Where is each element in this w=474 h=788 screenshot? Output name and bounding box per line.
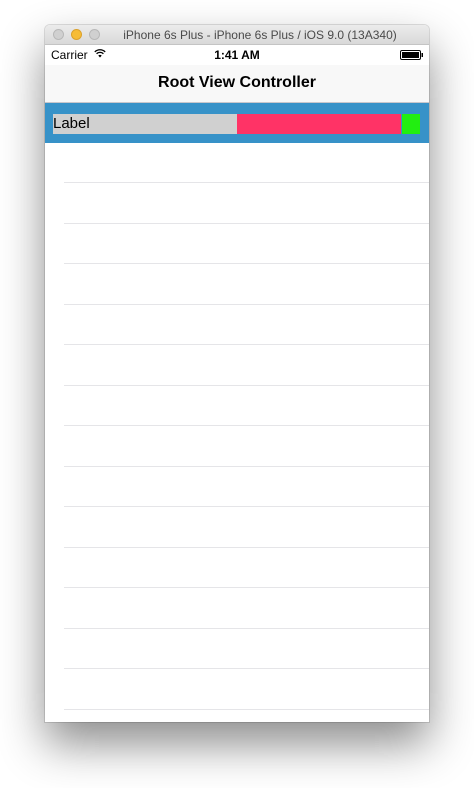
simulator-window: iPhone 6s Plus - iPhone 6s Plus / iOS 9.… bbox=[45, 25, 429, 722]
nav-title: Root View Controller bbox=[158, 74, 316, 91]
row-separator bbox=[64, 708, 429, 710]
navigation-bar: Root View Controller bbox=[45, 65, 429, 103]
green-view bbox=[402, 114, 420, 134]
table-row[interactable] bbox=[45, 143, 429, 183]
table-row[interactable] bbox=[45, 548, 429, 588]
status-bar: Carrier 1:41 AM bbox=[45, 45, 429, 65]
window-title: iPhone 6s Plus - iPhone 6s Plus / iOS 9.… bbox=[123, 28, 397, 42]
status-time: 1:41 AM bbox=[214, 48, 260, 62]
pink-view bbox=[237, 114, 401, 134]
table-row[interactable] bbox=[45, 670, 429, 710]
table-row[interactable] bbox=[45, 184, 429, 224]
battery-icon bbox=[400, 50, 423, 60]
table-row[interactable] bbox=[45, 629, 429, 669]
table-row[interactable] bbox=[45, 508, 429, 548]
table-row[interactable] bbox=[45, 467, 429, 507]
header-label: Label bbox=[53, 114, 237, 134]
table-row[interactable] bbox=[45, 224, 429, 264]
header-view: Label bbox=[45, 103, 429, 143]
table-row[interactable] bbox=[45, 305, 429, 345]
table-row[interactable] bbox=[45, 265, 429, 305]
table-row[interactable] bbox=[45, 386, 429, 426]
table-row[interactable] bbox=[45, 427, 429, 467]
table-row[interactable] bbox=[45, 346, 429, 386]
table-view[interactable] bbox=[45, 143, 429, 722]
window-titlebar: iPhone 6s Plus - iPhone 6s Plus / iOS 9.… bbox=[45, 25, 429, 45]
table-row[interactable] bbox=[45, 589, 429, 629]
